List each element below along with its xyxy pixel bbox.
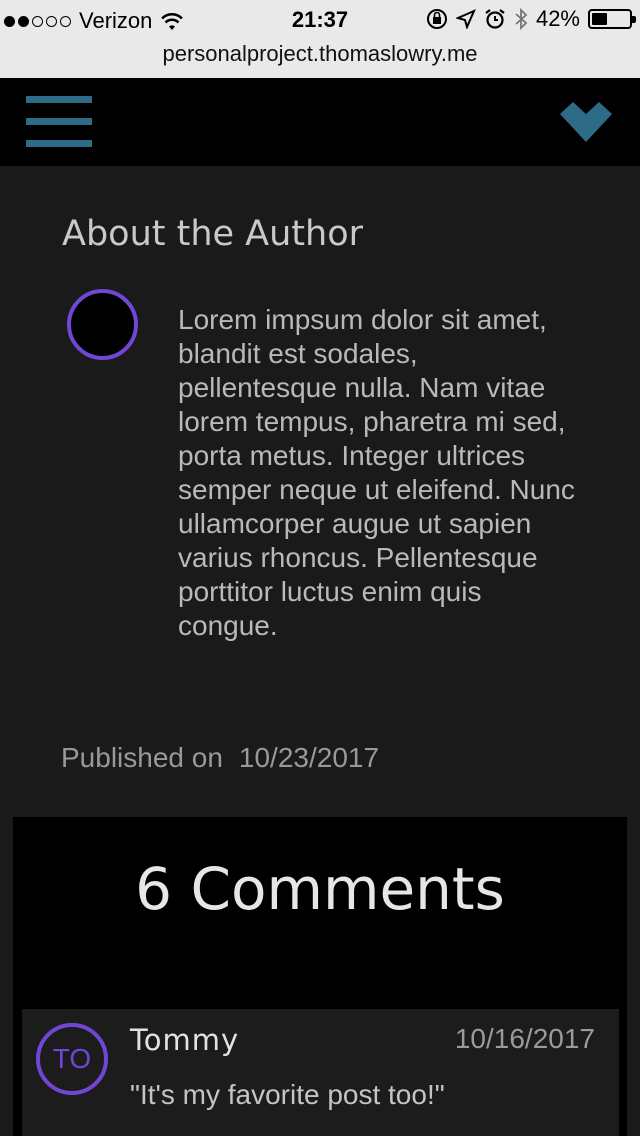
- battery-level-fill: [592, 13, 607, 25]
- published-label: Published on: [61, 742, 223, 773]
- site-header: [0, 78, 640, 166]
- comment-text: "It's my favorite post too!": [130, 1079, 445, 1110]
- comment-author: Tommy: [130, 1023, 240, 1057]
- about-author-section: About the Author Lorem impsum dolor sit …: [0, 166, 640, 817]
- author-heading: About the Author: [62, 214, 364, 254]
- status-bar: Verizon 21:37 42%: [0, 0, 640, 40]
- comments-count: 6 Comments: [135, 855, 505, 923]
- location-icon: [455, 9, 476, 29]
- published-date: 10/23/2017: [238, 742, 380, 773]
- status-right: 42%: [426, 6, 636, 32]
- comment-avatar: TO: [36, 1023, 108, 1095]
- published-info: Published on 10/23/2017: [61, 742, 379, 774]
- author-avatar: [67, 289, 138, 360]
- chevron-down-logo-icon[interactable]: [558, 100, 614, 144]
- comment-date: 10/16/2017: [454, 1023, 595, 1054]
- hamburger-menu-icon[interactable]: [26, 96, 92, 150]
- comment-card: TO Tommy 10/16/2017 "It's my favorite po…: [22, 1009, 619, 1136]
- battery-percent: 42%: [535, 6, 580, 31]
- bluetooth-icon: [515, 8, 528, 30]
- orientation-lock-icon: [426, 9, 447, 29]
- battery-icon: [588, 9, 636, 29]
- author-bio: Lorem impsum dolor sit amet, blandit est…: [178, 304, 575, 641]
- address-bar[interactable]: personalproject.thomaslowry.me: [0, 40, 640, 78]
- comments-section: 6 Comments TO Tommy 10/16/2017 "It's my …: [13, 817, 627, 1136]
- alarm-icon: [485, 9, 505, 29]
